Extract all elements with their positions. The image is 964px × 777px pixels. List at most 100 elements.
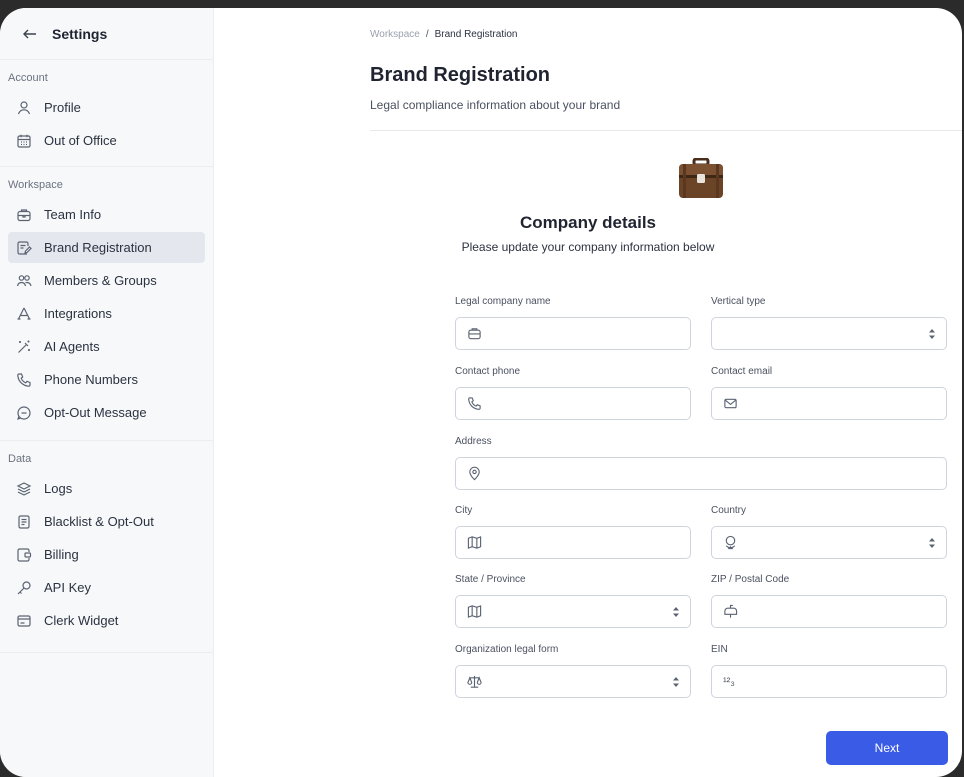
- numbers-icon: ¹²₃: [723, 675, 735, 688]
- sidebar-item-team-info[interactable]: Team Info: [8, 199, 205, 230]
- contact-email-field: Contact email: [711, 366, 947, 420]
- address-input[interactable]: [455, 457, 947, 490]
- key-icon: [16, 580, 32, 596]
- state-province-select[interactable]: [455, 595, 691, 628]
- breadcrumb: Workspace / Brand Registration: [370, 29, 517, 40]
- sidebar-title: Settings: [52, 25, 108, 42]
- sidebar-item-api-key[interactable]: API Key: [8, 572, 205, 603]
- calendar-icon: [16, 133, 32, 149]
- briefcase-icon: [467, 326, 482, 341]
- map-icon: [467, 535, 482, 550]
- field-label: City: [455, 505, 473, 516]
- section-title: Workspace: [8, 179, 63, 191]
- main-content: Workspace / Brand Registration Brand Regis…: [214, 8, 962, 777]
- sidebar-item-label: Team Info: [44, 207, 102, 222]
- list-icon: [16, 514, 32, 530]
- select-chevron-icon: [673, 607, 679, 617]
- sidebar-item-phone-numbers[interactable]: Phone Numbers: [8, 364, 205, 395]
- organization-legal-form-field: Organization legal form: [455, 644, 691, 698]
- sidebar-section-data: Data Logs Blacklist & Opt-Out Billing AP…: [0, 441, 213, 653]
- breadcrumb-separator: /: [425, 29, 429, 40]
- sidebar-item-label: Blacklist & Opt-Out: [44, 514, 154, 529]
- sidebar-item-label: AI Agents: [44, 339, 100, 354]
- field-label: Country: [711, 505, 747, 516]
- sidebar-item-label: Members & Groups: [44, 273, 157, 288]
- sidebar-item-label: Billing: [44, 547, 79, 562]
- page-subtitle: Legal compliance information about your …: [370, 98, 621, 112]
- field-label: State / Province: [455, 574, 526, 585]
- card-subtitle: Please update your company information b…: [461, 240, 715, 254]
- state-province-field: State / Province: [455, 574, 691, 628]
- sidebar-item-logs[interactable]: Logs: [8, 473, 205, 504]
- header-divider: [370, 130, 962, 131]
- settings-sidebar: Settings Account Profile Out of Office W…: [0, 8, 214, 777]
- sidebar-item-label: API Key: [44, 580, 91, 595]
- city-field: City: [455, 505, 691, 559]
- sidebar-header: Settings: [0, 8, 213, 60]
- section-title: Account: [8, 72, 48, 84]
- zip-postal-input[interactable]: [711, 595, 947, 628]
- map-pin-icon: [467, 466, 482, 481]
- organization-legal-form-select[interactable]: [455, 665, 691, 698]
- zip-postal-field: ZIP / Postal Code: [711, 574, 947, 628]
- sidebar-item-out-of-office[interactable]: Out of Office: [8, 125, 205, 156]
- section-title: Data: [8, 453, 32, 465]
- legal-company-name-field: Legal company name: [455, 296, 691, 350]
- widget-icon: [16, 613, 32, 629]
- field-label: Contact phone: [455, 366, 521, 377]
- sidebar-item-members-groups[interactable]: Members & Groups: [8, 265, 205, 296]
- briefcase-illustration-icon: [679, 158, 723, 198]
- field-label: Organization legal form: [455, 644, 559, 655]
- phone-icon: [467, 396, 482, 411]
- layers-icon: [16, 481, 32, 497]
- sidebar-item-label: Out of Office: [44, 133, 117, 148]
- scale-icon: [467, 674, 482, 689]
- sidebar-section-account: Account Profile Out of Office: [0, 60, 213, 167]
- globe-icon: [723, 535, 738, 550]
- sidebar-item-clerk-widget[interactable]: Clerk Widget: [8, 605, 205, 636]
- sidebar-item-label: Brand Registration: [44, 240, 152, 255]
- file-edit-icon: [16, 240, 32, 256]
- field-label: EIN: [711, 644, 728, 655]
- field-label: Contact email: [711, 366, 773, 377]
- contact-phone-field: Contact phone: [455, 366, 691, 420]
- contact-phone-input[interactable]: [455, 387, 691, 420]
- next-button[interactable]: Next: [826, 731, 948, 765]
- map-icon: [467, 604, 482, 619]
- field-label: Legal company name: [455, 296, 551, 307]
- back-arrow-icon[interactable]: [22, 26, 38, 42]
- select-chevron-icon: [673, 677, 679, 687]
- sidebar-item-profile[interactable]: Profile: [8, 92, 205, 123]
- user-icon: [16, 100, 32, 116]
- sidebar-item-ai-agents[interactable]: AI Agents: [8, 331, 205, 362]
- sidebar-item-billing[interactable]: Billing: [8, 539, 205, 570]
- ein-input[interactable]: ¹²₃: [711, 665, 947, 698]
- sidebar-section-workspace: Workspace Team Info Brand Registration M…: [0, 167, 213, 441]
- message-stop-icon: [16, 405, 32, 421]
- contact-email-input[interactable]: [711, 387, 947, 420]
- field-label: Vertical type: [711, 296, 766, 307]
- puzzle-icon: [16, 306, 32, 322]
- magic-wand-icon: [16, 339, 32, 355]
- sidebar-item-integrations[interactable]: Integrations: [8, 298, 205, 329]
- select-chevron-icon: [929, 329, 935, 339]
- briefcase-icon: [16, 207, 32, 223]
- city-input[interactable]: [455, 526, 691, 559]
- users-icon: [16, 273, 32, 289]
- sidebar-item-label: Profile: [44, 100, 81, 115]
- sidebar-item-label: Opt-Out Message: [44, 405, 147, 420]
- field-label: ZIP / Postal Code: [711, 574, 790, 585]
- legal-company-name-input[interactable]: [455, 317, 691, 350]
- breadcrumb-parent[interactable]: Workspace: [370, 29, 420, 40]
- card-title: Company details: [519, 213, 657, 232]
- sidebar-item-opt-out-message[interactable]: Opt-Out Message: [8, 397, 205, 428]
- vertical-type-select[interactable]: [711, 317, 947, 350]
- select-chevron-icon: [929, 538, 935, 548]
- sidebar-item-blacklist[interactable]: Blacklist & Opt-Out: [8, 506, 205, 537]
- country-select[interactable]: [711, 526, 947, 559]
- country-field: Country: [711, 505, 947, 559]
- sidebar-item-brand-registration[interactable]: Brand Registration: [8, 232, 205, 263]
- vertical-type-field: Vertical type: [711, 296, 947, 350]
- ein-field: EIN ¹²₃: [711, 644, 947, 698]
- page-title: Brand Registration: [370, 64, 551, 86]
